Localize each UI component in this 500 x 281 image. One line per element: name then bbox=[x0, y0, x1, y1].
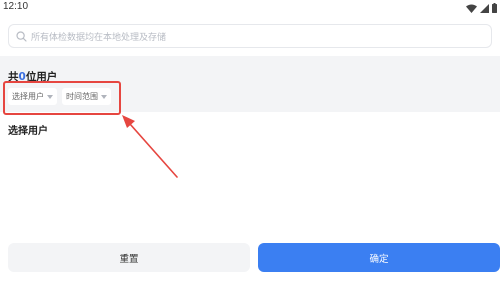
reset-button[interactable]: 重置 bbox=[8, 243, 250, 272]
confirm-button[interactable]: 确定 bbox=[258, 243, 500, 272]
signal-icon bbox=[480, 3, 489, 13]
chevron-down-icon bbox=[47, 94, 53, 99]
footer-buttons: 重置 确定 bbox=[8, 243, 500, 272]
chevron-down-icon bbox=[101, 94, 107, 99]
filter-row: 选择用户 时间范围 bbox=[8, 88, 111, 105]
section-title-select-user: 选择用户 bbox=[8, 126, 48, 137]
user-count-title: 共0位用户 bbox=[8, 69, 57, 84]
battery-icon bbox=[492, 3, 497, 13]
search-placeholder: 所有体检数据均在本地处理及存储 bbox=[31, 33, 167, 43]
search-area: 所有体检数据均在本地处理及存储 bbox=[0, 16, 500, 56]
select-user-dropdown[interactable]: 选择用户 bbox=[8, 88, 57, 105]
user-filter-screen: 12:10 所有体检数据均在本地处理及存储 共0位用户 选择用户 时间范围 选择… bbox=[0, 0, 500, 281]
search-icon bbox=[16, 31, 27, 42]
count-suffix: 位用户 bbox=[25, 71, 58, 83]
wifi-icon bbox=[466, 4, 477, 13]
time-range-label: 时间范围 bbox=[66, 92, 98, 101]
status-icons bbox=[466, 3, 497, 13]
status-bar: 12:10 bbox=[0, 0, 500, 16]
count-prefix: 共 bbox=[8, 71, 19, 83]
status-time: 12:10 bbox=[3, 1, 29, 12]
select-user-label: 选择用户 bbox=[12, 92, 44, 101]
annotation-arrow bbox=[122, 115, 178, 178]
time-range-dropdown[interactable]: 时间范围 bbox=[62, 88, 111, 105]
user-count-number: 0 bbox=[18, 71, 26, 83]
search-input[interactable]: 所有体检数据均在本地处理及存储 bbox=[8, 24, 492, 48]
